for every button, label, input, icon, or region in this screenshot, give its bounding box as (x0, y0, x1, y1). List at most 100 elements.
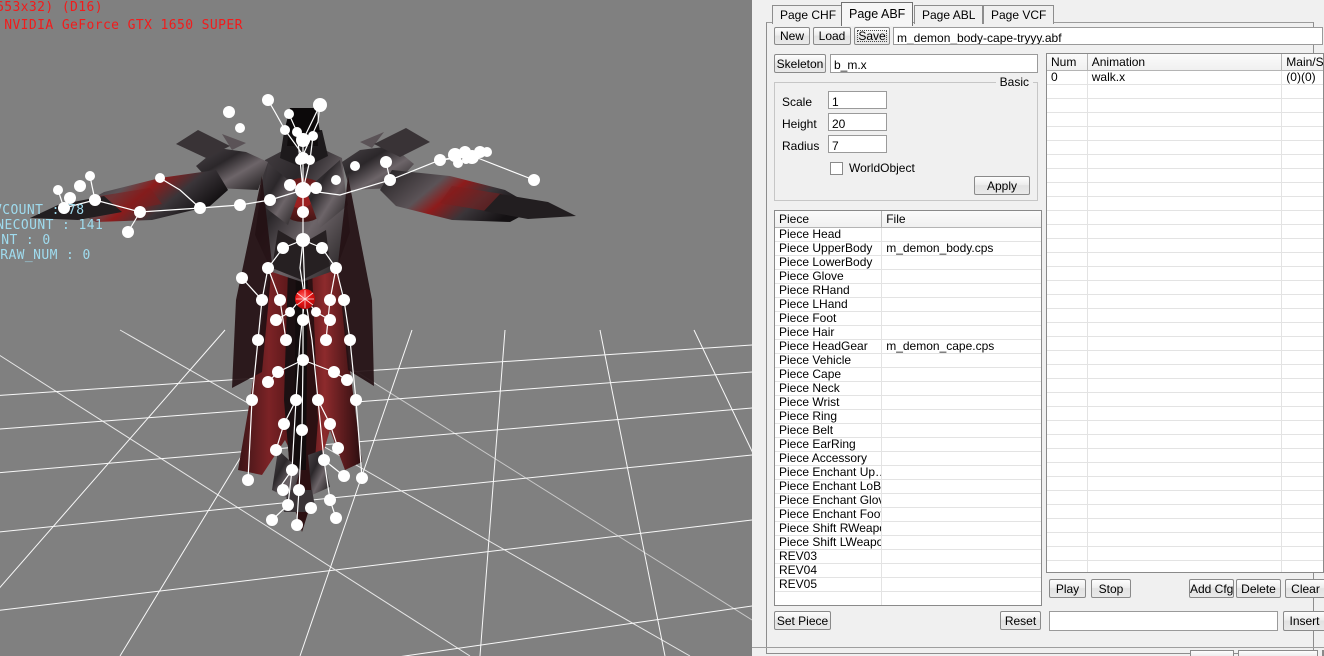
play-button[interactable]: Play (1049, 579, 1086, 598)
animation-row-empty[interactable] (1047, 197, 1323, 211)
piece-row[interactable] (775, 592, 1041, 605)
add-cfg-button[interactable]: Add Cfg (1189, 579, 1234, 598)
tab-page-abf[interactable]: Page ABF (841, 2, 914, 26)
piece-row[interactable]: Piece Wrist (775, 396, 1041, 410)
piece-row[interactable]: Piece Vehicle (775, 354, 1041, 368)
animation-row-empty[interactable] (1047, 449, 1323, 463)
animation-row-empty[interactable] (1047, 309, 1323, 323)
piece-column-header[interactable]: Piece (775, 211, 883, 228)
animation-row-empty[interactable] (1047, 421, 1323, 435)
animation-row-empty[interactable] (1047, 463, 1323, 477)
animation-row-empty[interactable] (1047, 323, 1323, 337)
worldobject-checkbox[interactable]: WorldObject (830, 161, 915, 175)
tab-page-vcf[interactable]: Page VCF (983, 5, 1055, 24)
animation-row-empty[interactable] (1047, 225, 1323, 239)
clear-button[interactable]: Clear (1285, 579, 1324, 598)
insert-button[interactable]: Insert (1283, 611, 1324, 631)
mainsub-column-header[interactable]: Main/Sub (1282, 54, 1323, 71)
animation-column-header[interactable]: Animation (1087, 54, 1283, 71)
piece-row[interactable]: Piece Enchant Glove (775, 494, 1041, 508)
animation-row-empty[interactable] (1047, 113, 1323, 127)
animation-row-empty[interactable] (1047, 99, 1323, 113)
animation-row-empty[interactable] (1047, 547, 1323, 561)
animation-row[interactable]: 0 walk.x (0)(0) (1047, 71, 1323, 85)
animation-row-empty[interactable] (1047, 267, 1323, 281)
animation-row-empty[interactable] (1047, 491, 1323, 505)
animation-row-empty[interactable] (1047, 127, 1323, 141)
animation-row-empty[interactable] (1047, 505, 1323, 519)
skeleton-field[interactable]: b_m.x (830, 54, 1038, 73)
animation-row-empty[interactable] (1047, 519, 1323, 533)
piece-row[interactable]: Piece Neck (775, 382, 1041, 396)
save-button[interactable]: Save (854, 27, 890, 45)
piece-row[interactable]: Piece Shift RWeapon (775, 522, 1041, 536)
filename-field[interactable]: m_demon_body-cape-tryyy.abf (893, 27, 1323, 45)
anim-num-cell: 0 (1047, 71, 1088, 84)
file-column-header[interactable]: File (882, 211, 1041, 228)
animation-row-empty[interactable] (1047, 351, 1323, 365)
animation-row-empty[interactable] (1047, 155, 1323, 169)
piece-row[interactable]: Piece RHand (775, 284, 1041, 298)
piece-row[interactable]: Piece Glove (775, 270, 1041, 284)
piece-row[interactable]: Piece Hair (775, 326, 1041, 340)
piece-row[interactable]: Piece Enchant Up… (775, 466, 1041, 480)
piece-row[interactable]: Piece Shift LWeapon (775, 536, 1041, 550)
animation-row-empty[interactable] (1047, 533, 1323, 547)
animation-row-empty[interactable] (1047, 365, 1323, 379)
piece-row[interactable]: REV05 (775, 578, 1041, 592)
animation-row-empty[interactable] (1047, 253, 1323, 267)
set-piece-button[interactable]: Set Piece (774, 611, 831, 630)
num-column-header[interactable]: Num (1047, 54, 1088, 71)
animation-row-empty[interactable] (1047, 407, 1323, 421)
insert-input[interactable] (1049, 611, 1278, 631)
animation-row-empty[interactable] (1047, 379, 1323, 393)
tab-page-abl[interactable]: Page ABL (914, 5, 984, 24)
animation-row-empty[interactable] (1047, 393, 1323, 407)
piece-row[interactable]: Piece Enchant LoB… (775, 480, 1041, 494)
3d-model-viewport[interactable]: 653x32) (D16) NVIDIA GeForce GTX 1650 SU… (0, 0, 752, 656)
tab-page-chf[interactable]: Page CHF (772, 5, 845, 24)
piece-row[interactable]: Piece Accessory (775, 452, 1041, 466)
animation-row-empty[interactable] (1047, 183, 1323, 197)
animation-row-empty[interactable] (1047, 435, 1323, 449)
piece-row[interactable]: Piece EarRing (775, 438, 1041, 452)
animation-row-empty[interactable] (1047, 239, 1323, 253)
piece-row[interactable]: Piece Enchant Foot (775, 508, 1041, 522)
animation-row-empty[interactable] (1047, 211, 1323, 225)
animation-row-empty[interactable] (1047, 141, 1323, 155)
piece-row[interactable]: Piece LHand (775, 298, 1041, 312)
stop-button[interactable]: Stop (1091, 579, 1131, 598)
piece-row[interactable]: Piece Belt (775, 424, 1041, 438)
piece-row[interactable]: Piece Ring (775, 410, 1041, 424)
checkbox-box[interactable] (830, 161, 843, 175)
animation-row-empty[interactable] (1047, 281, 1323, 295)
piece-row[interactable]: REV03 (775, 550, 1041, 564)
delete-button[interactable]: Delete (1236, 579, 1281, 598)
apply-button[interactable]: Apply (974, 176, 1030, 195)
radius-input[interactable]: 7 (828, 135, 887, 153)
animation-row-empty[interactable] (1047, 169, 1323, 183)
cutoff-button-1[interactable] (1190, 650, 1234, 656)
piece-row[interactable]: Piece UpperBody m_demon_body.cps (775, 242, 1041, 256)
piece-row[interactable]: Piece Head (775, 228, 1041, 242)
animation-grid[interactable]: Num Animation Main/Sub 0walk.x(0)(0) (1046, 53, 1324, 573)
skeleton-button[interactable]: Skeleton (774, 54, 826, 73)
animation-row-empty[interactable] (1047, 477, 1323, 491)
piece-row[interactable]: Piece Cape (775, 368, 1041, 382)
piece-row[interactable]: Piece Foot (775, 312, 1041, 326)
cutoff-button-2[interactable] (1238, 650, 1318, 656)
anim-num-cell (1047, 421, 1088, 434)
animation-row-empty[interactable] (1047, 85, 1323, 99)
piece-grid[interactable]: Piece File Piece Head Piece UpperBody m_de… (774, 210, 1042, 606)
height-input[interactable]: 20 (828, 113, 887, 131)
piece-row[interactable]: Piece HeadGear m_demon_cape.cps (775, 340, 1041, 354)
scale-input[interactable]: 1 (828, 91, 887, 109)
piece-row[interactable]: Piece LowerBody (775, 256, 1041, 270)
reset-button[interactable]: Reset (1000, 611, 1041, 630)
animation-row-empty[interactable] (1047, 337, 1323, 351)
load-button[interactable]: Load (813, 27, 851, 45)
piece-row[interactable]: REV04 (775, 564, 1041, 578)
animation-row-empty[interactable] (1047, 295, 1323, 309)
animation-row-empty[interactable] (1047, 561, 1323, 572)
new-button[interactable]: New (774, 27, 810, 45)
